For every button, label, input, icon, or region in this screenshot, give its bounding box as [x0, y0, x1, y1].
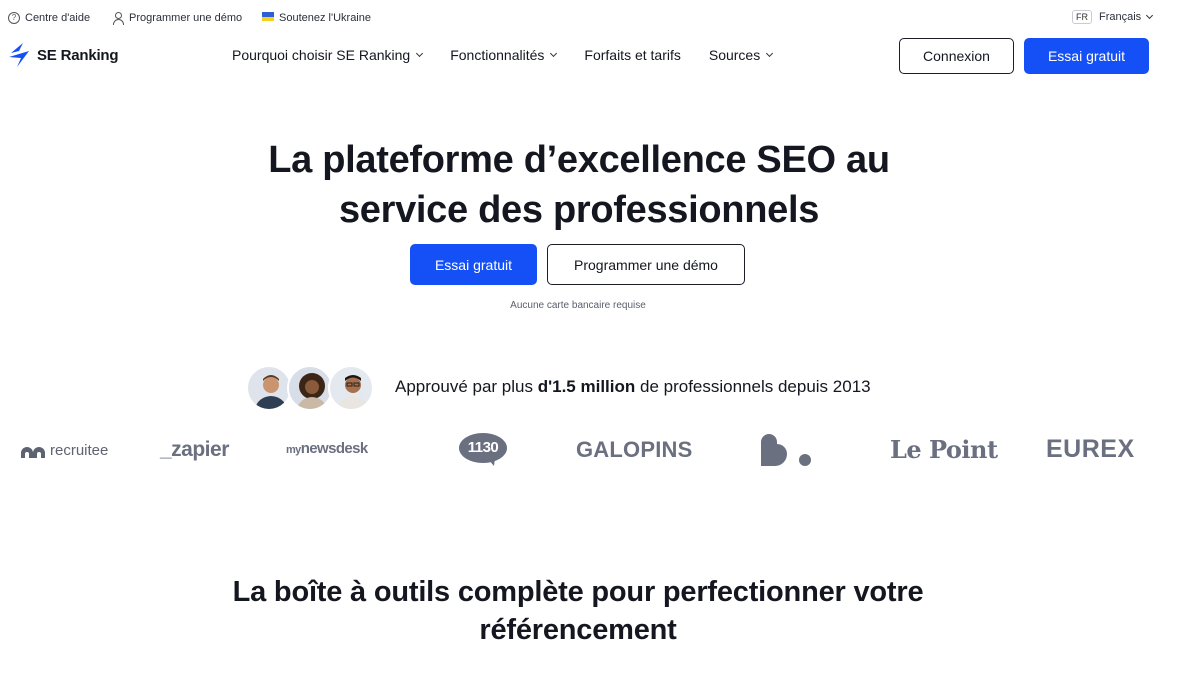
social-proof-highlight: d'1.5 million: [537, 377, 636, 396]
nav-pricing[interactable]: Forfaits et tarifs: [584, 47, 680, 63]
le-point-logo: Le Point: [890, 435, 998, 464]
b-dot-logo-icon: [761, 434, 811, 466]
eurex-logo: EUREX: [1046, 435, 1135, 463]
hero-demo-button[interactable]: Programmer une démo: [547, 244, 745, 285]
mynewsdesk-logo-prefix: my: [286, 444, 301, 456]
avatar: [287, 365, 333, 411]
chevron-down-icon: [766, 49, 774, 58]
galopins-logo: GALOPINS: [576, 437, 693, 462]
social-proof-prefix: Approuvé par plus: [395, 377, 538, 396]
nav-sources-label: Sources: [708, 47, 761, 63]
main-nav: Pourquoi choisir SE Ranking Fonctionnali…: [232, 47, 800, 63]
mynewsdesk-logo-text: newsdesk: [300, 440, 369, 457]
1130-logo-text: 1130: [467, 439, 499, 456]
zapier-logo: _zapier: [160, 438, 229, 461]
social-proof-suffix: de professionnels depuis 2013: [635, 377, 871, 396]
nav-why-se-ranking[interactable]: Pourquoi choisir SE Ranking: [232, 47, 424, 63]
section-title-line-2: référencement: [479, 614, 677, 646]
brand-logo[interactable]: SE Ranking: [8, 42, 119, 68]
support-ukraine-label: Soutenez l'Ukraine: [279, 12, 371, 24]
brand-name: SE Ranking: [37, 46, 119, 64]
client-logos: recruitee _zapier mynewsdesk 1130 GALOPI…: [0, 425, 1200, 475]
header-trial-button[interactable]: Essai gratuit: [1024, 38, 1149, 74]
hero-title-line-2: service des professionnels: [338, 189, 820, 231]
help-center-label: Centre d'aide: [25, 12, 91, 24]
nav-features[interactable]: Fonctionnalités: [450, 47, 558, 63]
hero-title: La plateforme d’excellence SEO au servic…: [0, 135, 1158, 235]
recruitee-mark-icon: [21, 446, 45, 458]
recruitee-logo-text: recruitee: [50, 442, 109, 459]
section-title: La boîte à outils complète pour perfecti…: [0, 573, 1156, 649]
no-credit-card-note: Aucune carte bancaire requise: [510, 300, 646, 311]
chevron-down-icon: [1146, 11, 1154, 20]
se-ranking-logo-icon: [8, 42, 32, 68]
b-dot-logo: [759, 432, 815, 473]
avatar: [328, 365, 374, 411]
chevron-down-icon: [416, 49, 424, 58]
nav-pricing-label: Forfaits et tarifs: [584, 47, 681, 63]
recruitee-logo: recruitee: [20, 442, 108, 459]
utility-bar: ? Centre d'aide Programmer une démo Sout…: [0, 0, 1200, 38]
login-button[interactable]: Connexion: [899, 38, 1014, 74]
hero-title-line-1: La plateforme d’excellence SEO au: [268, 139, 890, 181]
section-title-line-1: La boîte à outils complète pour perfecti…: [232, 576, 924, 608]
schedule-demo-link[interactable]: Programmer une démo: [112, 12, 243, 25]
nav-features-label: Fonctionnalités: [450, 47, 545, 63]
schedule-demo-label: Programmer une démo: [129, 12, 243, 24]
ukraine-flag-icon: [262, 12, 274, 24]
help-center-link[interactable]: ? Centre d'aide: [8, 12, 90, 24]
1130-logo: 1130: [458, 433, 508, 466]
avatar: [246, 365, 292, 411]
nav-why-label: Pourquoi choisir SE Ranking: [232, 47, 411, 63]
mynewsdesk-logo: mynewsdesk: [286, 440, 368, 457]
nav-sources[interactable]: Sources: [708, 47, 774, 63]
user-icon: [112, 12, 124, 25]
hero-trial-button[interactable]: Essai gratuit: [410, 244, 537, 285]
language-selector[interactable]: FR Français: [1072, 10, 1154, 24]
language-label: Français: [1099, 11, 1142, 23]
social-proof-text: Approuvé par plus d'1.5 million de profe…: [395, 377, 871, 397]
chevron-down-icon: [550, 49, 558, 58]
user-avatars: [246, 365, 374, 411]
support-ukraine-link[interactable]: Soutenez l'Ukraine: [262, 12, 371, 24]
question-circle-icon: ?: [8, 12, 20, 24]
language-code-badge: FR: [1072, 10, 1092, 24]
